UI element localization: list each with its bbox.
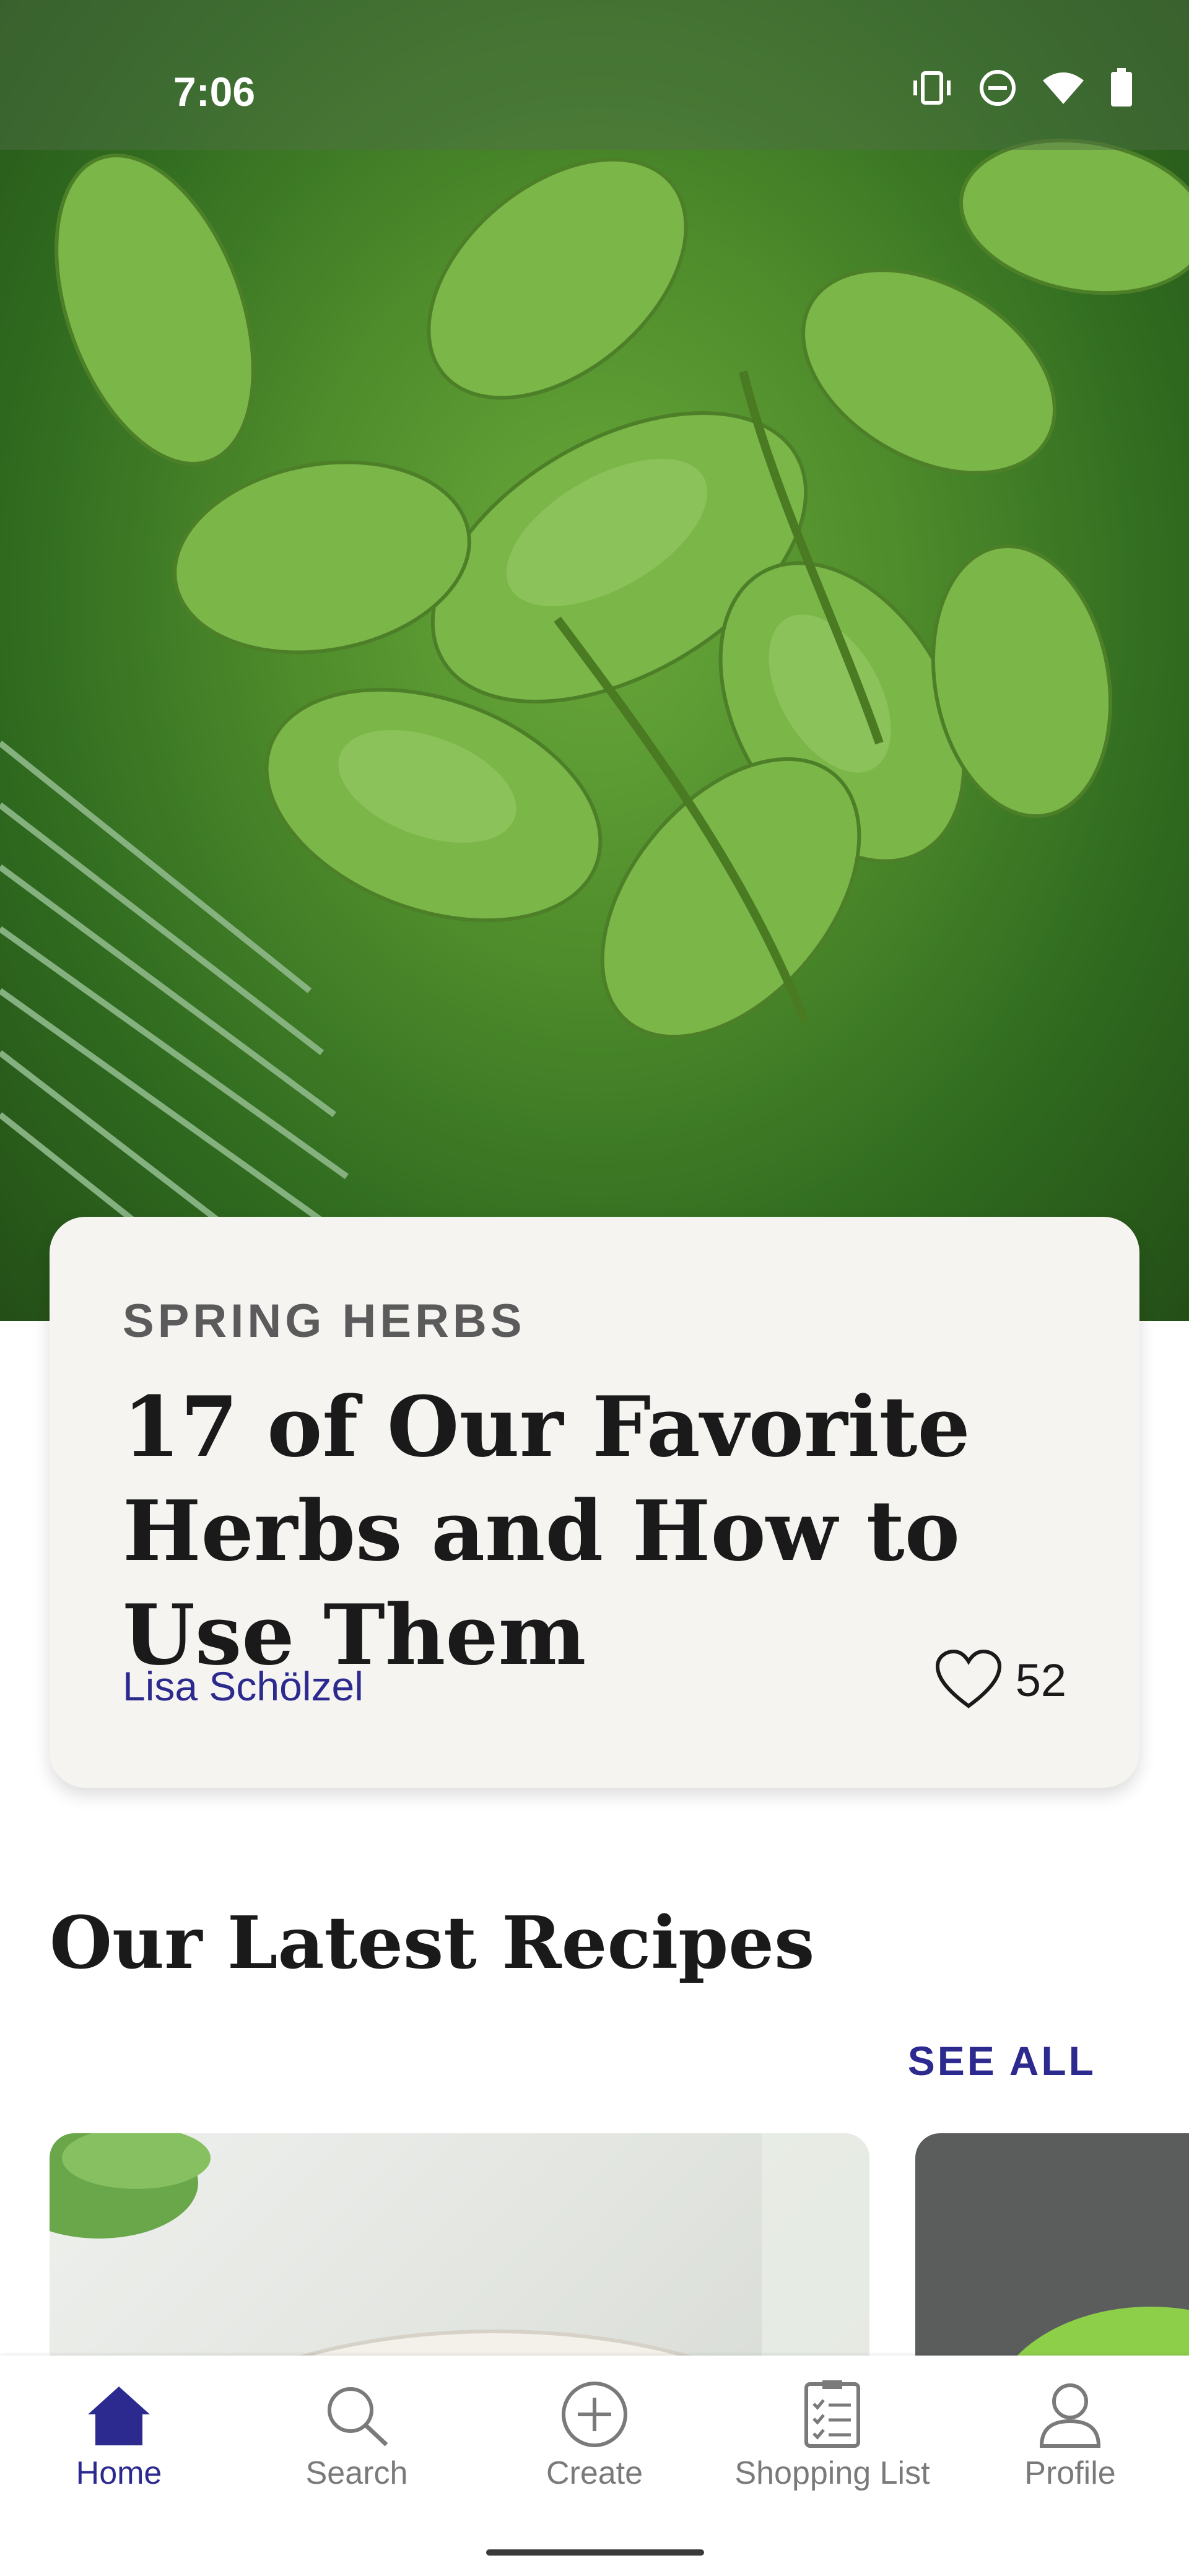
person-icon bbox=[1039, 2383, 1101, 2448]
home-indicator bbox=[486, 2549, 704, 2556]
vibrate-icon bbox=[913, 71, 951, 105]
bottom-navigation: Home Search Create Shopping List Profile bbox=[0, 2356, 1189, 2576]
hero-image[interactable] bbox=[0, 0, 1189, 1321]
nav-home-label: Home bbox=[76, 2455, 162, 2491]
herbs-illustration bbox=[0, 138, 1189, 1321]
like-count: 52 bbox=[1015, 1654, 1066, 1706]
status-time: 7:06 bbox=[173, 69, 256, 115]
do-not-disturb-icon bbox=[980, 70, 1016, 106]
battery-icon bbox=[1111, 68, 1132, 107]
status-icons bbox=[910, 68, 1133, 108]
article-author[interactable]: Lisa Schölzel bbox=[123, 1663, 364, 1710]
nav-search-label: Search bbox=[305, 2455, 408, 2491]
section-title: Our Latest Recipes bbox=[50, 1901, 815, 1985]
nav-home[interactable]: Home bbox=[0, 2380, 238, 2492]
plus-circle-icon bbox=[562, 2382, 627, 2447]
article-category: SPRING HERBS bbox=[123, 1295, 526, 1347]
heart-outline-icon bbox=[935, 1649, 1001, 1708]
article-title: 17 of Our Favorite Herbs and How to Use … bbox=[123, 1378, 970, 1684]
nav-shopping-list[interactable]: Shopping List bbox=[713, 2380, 951, 2492]
nav-search[interactable]: Search bbox=[238, 2380, 476, 2492]
wifi-icon bbox=[1043, 72, 1084, 104]
see-all-link[interactable]: SEE ALL bbox=[908, 2037, 1096, 2084]
nav-shopping-list-label: Shopping List bbox=[734, 2455, 930, 2491]
nav-profile-label: Profile bbox=[1024, 2455, 1116, 2491]
nav-create[interactable]: Create bbox=[476, 2380, 713, 2492]
nav-profile[interactable]: Profile bbox=[951, 2380, 1189, 2492]
nav-create-label: Create bbox=[546, 2455, 643, 2491]
like-button[interactable]: 52 bbox=[935, 1649, 1066, 1711]
home-icon bbox=[88, 2387, 150, 2445]
status-bar: 7:06 bbox=[0, 0, 1189, 150]
search-icon bbox=[328, 2387, 388, 2447]
feature-article-card[interactable]: SPRING HERBS 17 of Our Favorite Herbs an… bbox=[50, 1217, 1139, 1788]
clipboard-list-icon bbox=[804, 2380, 860, 2448]
